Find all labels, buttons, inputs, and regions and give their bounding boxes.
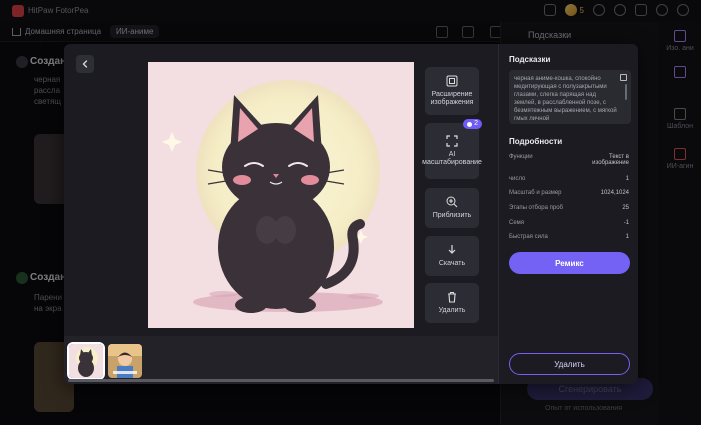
prompt-text-box: черная аниме-кошка, спокойно медитирующа…	[509, 70, 631, 124]
thumbnail-cat[interactable]	[67, 342, 105, 380]
upscale-icon	[446, 135, 458, 147]
image-preview-modal: Расширение изображения 2 AI масштабирова…	[64, 44, 638, 384]
cat-thumbnail-image	[69, 344, 103, 378]
delete-button[interactable]: Удалить	[425, 283, 479, 323]
details-heading: Подробности	[509, 137, 563, 146]
detail-row-strength: Быстрая сила 1	[509, 234, 629, 240]
horizontal-scrollbar[interactable]	[68, 379, 494, 382]
download-button[interactable]: Скачать	[425, 236, 479, 276]
trash-icon	[448, 291, 456, 303]
delete-image-button[interactable]: Удалить	[509, 353, 630, 375]
detail-row-steps: Этапы отбора проб 25	[509, 205, 629, 211]
prompt-heading: Подсказки	[509, 55, 551, 64]
back-button[interactable]	[76, 55, 94, 73]
download-icon	[448, 245, 456, 254]
copy-icon[interactable]	[620, 74, 627, 81]
zoom-in-icon	[446, 196, 458, 208]
thumbnail-boy[interactable]	[108, 344, 142, 378]
details-panel: Подсказки черная аниме-кошка, спокойно м…	[498, 44, 638, 384]
credit-icon	[467, 121, 473, 127]
chevron-left-icon	[82, 60, 88, 68]
detail-row-function: Функции Текст в изображение	[509, 154, 629, 166]
boy-thumbnail-image	[108, 344, 142, 378]
zoom-in-button[interactable]: Приблизить	[425, 188, 479, 228]
detail-row-count: число 1	[509, 176, 629, 182]
expand-image-button[interactable]: Расширение изображения	[425, 67, 479, 115]
remix-button[interactable]: Ремикс	[509, 252, 630, 274]
prompt-scrollbar[interactable]	[625, 84, 627, 100]
prompt-text: черная аниме-кошка, спокойно медитирующа…	[514, 76, 617, 122]
ai-upscale-button[interactable]: 2 AI масштабирование	[422, 119, 482, 179]
detail-row-seed: Семя -1	[509, 220, 629, 226]
thumbnail-strip	[64, 336, 498, 384]
preview-image	[148, 62, 414, 328]
credit-badge: 2	[463, 119, 482, 129]
detail-row-size: Масштаб и размер 1024,1024	[509, 190, 629, 196]
expand-image-icon	[446, 75, 458, 87]
black-cat-illustration	[148, 62, 414, 328]
